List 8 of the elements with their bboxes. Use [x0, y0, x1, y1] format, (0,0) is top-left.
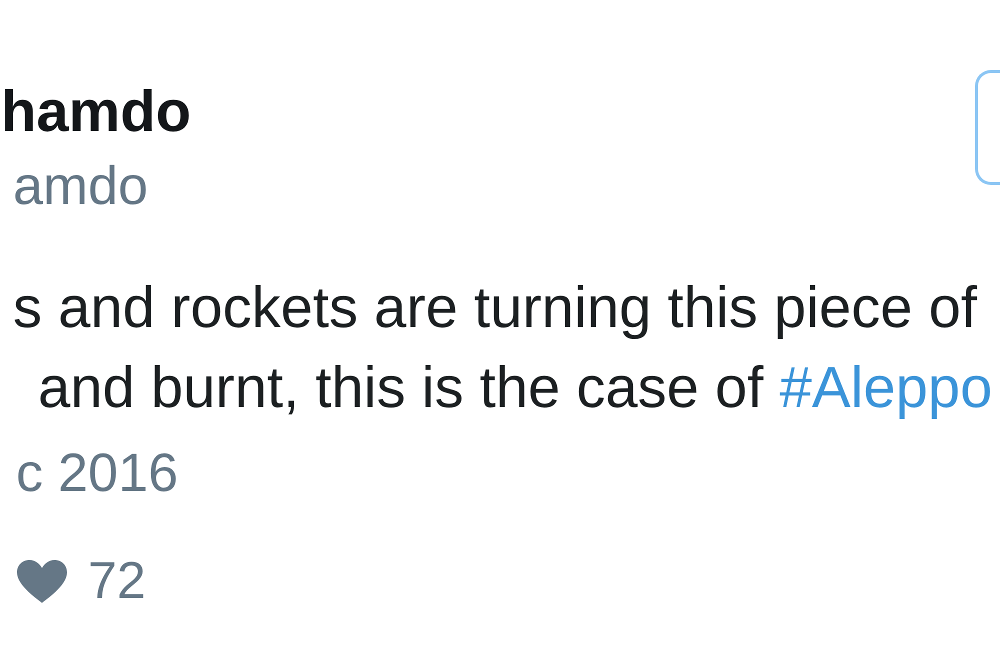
author-name[interactable]: hamdo — [0, 79, 192, 145]
tweet-text: s and rockets are turning this piece of — [12, 274, 978, 342]
heart-icon[interactable] — [17, 560, 67, 602]
hashtag-link[interactable]: #Aleppo — [780, 355, 992, 420]
like-count: 72 — [88, 551, 146, 612]
tweet-date[interactable]: c 2016 — [0, 442, 178, 504]
tweet-text: and burnt, this is the case of #Aleppo — [37, 354, 994, 422]
author-handle: amdo — [12, 155, 150, 217]
